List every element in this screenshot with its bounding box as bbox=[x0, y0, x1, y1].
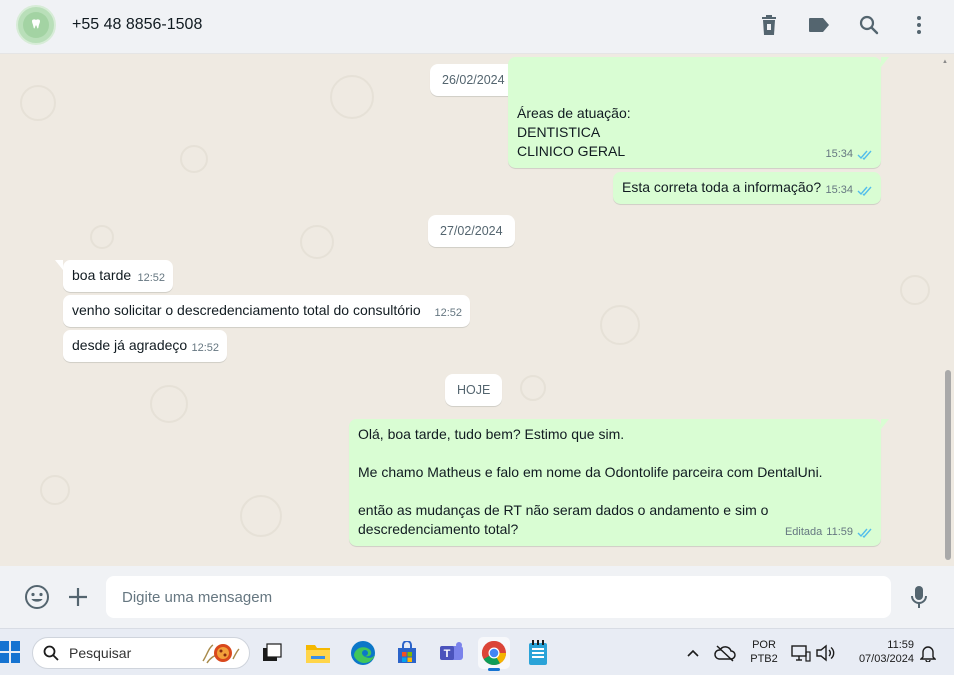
message-meta: 12:52 bbox=[434, 304, 462, 323]
search-placeholder: Pesquisar bbox=[69, 645, 132, 661]
onedrive-offline-icon[interactable] bbox=[712, 637, 738, 669]
message-incoming[interactable]: boa tarde 12:52 bbox=[55, 260, 173, 292]
task-view-icon[interactable] bbox=[256, 637, 288, 669]
notification-bell-icon[interactable] bbox=[918, 637, 938, 669]
edited-label: Editada bbox=[784, 526, 823, 538]
message-meta: 15:34 bbox=[825, 145, 873, 164]
background-doodle bbox=[300, 225, 334, 259]
background-doodle bbox=[90, 225, 114, 249]
message-meta: 12:52 bbox=[191, 339, 219, 358]
plus-icon[interactable] bbox=[65, 584, 91, 610]
emoji-icon[interactable] bbox=[24, 584, 50, 610]
message-time: 15:34 bbox=[825, 184, 853, 196]
message-meta: 15:34 bbox=[825, 181, 873, 200]
message-time: 15:34 bbox=[825, 148, 853, 160]
file-explorer-icon[interactable] bbox=[302, 637, 334, 669]
background-doodle bbox=[240, 495, 282, 537]
taskbar-search[interactable]: Pesquisar bbox=[32, 637, 250, 669]
contact-name[interactable]: +55 48 8856-1508 bbox=[72, 16, 202, 34]
search-icon[interactable] bbox=[857, 13, 881, 37]
background-doodle bbox=[20, 85, 56, 121]
message-text: venho solicitar o descredenciamento tota… bbox=[72, 302, 421, 318]
svg-text:T: T bbox=[444, 648, 451, 660]
message-text: Áreas de atuação: DENTISTICA CLINICO GER… bbox=[517, 105, 631, 159]
tooth-logo-icon bbox=[23, 12, 49, 38]
background-doodle bbox=[180, 145, 208, 173]
active-app-indicator bbox=[488, 668, 500, 671]
message-time: 12:52 bbox=[191, 342, 219, 354]
bubble-tail bbox=[881, 419, 889, 429]
chat-scrollbar[interactable]: ▲ bbox=[942, 55, 952, 566]
store-icon[interactable] bbox=[391, 637, 423, 669]
microphone-icon[interactable] bbox=[906, 584, 932, 610]
scroll-up-icon[interactable]: ▲ bbox=[942, 59, 948, 65]
language-code: POR bbox=[752, 639, 776, 651]
label-icon[interactable] bbox=[807, 13, 831, 37]
search-highlight-icon bbox=[201, 641, 241, 665]
windows-taskbar: Pesquisar T POR PTB2 11:59 07/03/2024 bbox=[0, 628, 954, 675]
clock-time: 11:59 bbox=[887, 639, 914, 651]
read-receipt-icon bbox=[857, 528, 872, 538]
edge-icon[interactable] bbox=[347, 637, 379, 669]
date-separator: 27/02/2024 bbox=[428, 215, 515, 247]
background-doodle bbox=[520, 375, 546, 401]
background-doodle bbox=[330, 75, 374, 119]
bubble-tail bbox=[881, 57, 889, 67]
background-doodle bbox=[900, 275, 930, 305]
read-receipt-icon bbox=[857, 150, 872, 160]
clock-date: 07/03/2024 bbox=[858, 653, 914, 665]
message-time: 12:52 bbox=[137, 272, 165, 284]
date-separator: 26/02/2024 bbox=[430, 64, 517, 96]
notepad-icon[interactable] bbox=[522, 637, 554, 669]
chat-header: +55 48 8856-1508 bbox=[0, 0, 954, 54]
message-text: Olá, boa tarde, tudo bem? Estimo que sim… bbox=[358, 426, 823, 537]
message-input[interactable] bbox=[106, 576, 891, 618]
read-receipt-icon bbox=[857, 186, 872, 196]
message-time: 12:52 bbox=[434, 307, 462, 319]
background-doodle bbox=[600, 305, 640, 345]
message-incoming[interactable]: venho solicitar o descredenciamento tota… bbox=[63, 295, 470, 327]
volume-icon[interactable] bbox=[814, 637, 836, 669]
message-incoming[interactable]: desde já agradeço 12:52 bbox=[63, 330, 227, 362]
more-vertical-icon[interactable] bbox=[907, 13, 931, 37]
teams-icon[interactable]: T bbox=[436, 637, 468, 669]
message-meta: Editada 11:59 bbox=[785, 523, 873, 542]
chevron-up-icon[interactable] bbox=[682, 637, 704, 669]
background-doodle bbox=[40, 475, 70, 505]
message-outgoing[interactable]: Áreas de atuação: DENTISTICA CLINICO GER… bbox=[508, 57, 889, 168]
background-doodle bbox=[150, 385, 188, 423]
bubble-tail bbox=[55, 260, 63, 270]
delete-icon[interactable] bbox=[757, 13, 781, 37]
message-outgoing[interactable]: Olá, boa tarde, tudo bem? Estimo que sim… bbox=[349, 419, 889, 546]
message-composer bbox=[0, 566, 954, 628]
date-separator: HOJE bbox=[445, 374, 503, 406]
message-time: 11:59 bbox=[826, 526, 853, 538]
scroll-thumb[interactable] bbox=[945, 370, 951, 560]
system-clock[interactable]: 11:59 07/03/2024 bbox=[848, 638, 914, 666]
chrome-icon[interactable] bbox=[478, 637, 510, 671]
windows-start-icon[interactable] bbox=[0, 641, 20, 663]
message-outgoing[interactable]: Esta correta toda a informação? 15:34 bbox=[613, 172, 881, 204]
chat-area[interactable]: 26/02/2024 Áreas de atuação: DENTISTICA … bbox=[0, 55, 954, 566]
message-meta: 12:52 bbox=[137, 269, 165, 288]
language-indicator[interactable]: POR PTB2 bbox=[748, 638, 780, 666]
avatar[interactable] bbox=[16, 5, 56, 45]
keyboard-layout: PTB2 bbox=[750, 653, 778, 665]
network-icon[interactable] bbox=[790, 637, 812, 669]
search-icon bbox=[43, 645, 59, 661]
